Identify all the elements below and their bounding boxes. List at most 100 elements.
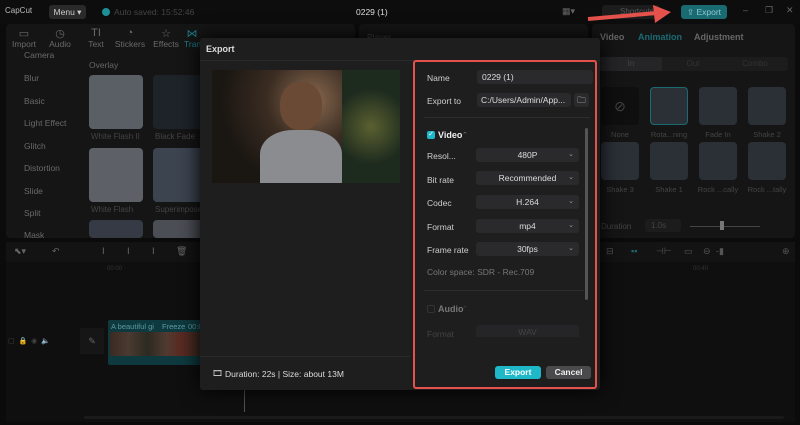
title-bar: CapCut Menu ▾ Auto saved: 15:52:46 0229 … — [0, 0, 800, 24]
tab-adjustment[interactable]: Adjustment — [694, 32, 744, 42]
category-item[interactable]: Split — [24, 208, 41, 218]
split-right-icon[interactable]: Ⅰ — [152, 246, 155, 257]
animation-item[interactable] — [699, 142, 737, 180]
category-item[interactable]: Blur — [24, 73, 39, 83]
delete-icon[interactable]: 🗑 — [176, 246, 187, 257]
timeline-end-time: 00:40 — [693, 266, 709, 272]
animation-label: None — [611, 130, 629, 139]
top-export-button[interactable]: ⇪ Export — [681, 5, 727, 19]
video-preview — [212, 70, 400, 183]
category-item[interactable]: Slide — [24, 186, 43, 196]
category-item[interactable]: Glitch — [24, 141, 46, 151]
animation-item[interactable] — [650, 142, 688, 180]
timeline-scrollbar[interactable] — [84, 416, 784, 419]
category-item[interactable]: Distortion — [24, 163, 60, 173]
toolbar-transitions[interactable]: ⋈Transitions — [184, 27, 200, 49]
timeline-start-time: 00:00 — [107, 266, 123, 272]
align-icon[interactable]: ⊣⊢ — [656, 246, 672, 257]
app-logo: CapCut — [5, 6, 33, 15]
clip-label: A beautiful gi — [111, 322, 154, 331]
autosave-status: Auto saved: 15:52:46 — [114, 7, 195, 17]
text-icon: TI — [91, 27, 101, 39]
divider — [200, 356, 410, 357]
animation-label: Fade In — [705, 130, 731, 139]
toolbar-stickers[interactable]: ◔ Stickers — [112, 27, 148, 49]
animation-label: Shake 1 — [655, 185, 683, 194]
snap-icon[interactable]: ⊟ — [606, 246, 614, 257]
clip-thumbnails — [110, 332, 204, 356]
toolbar-effects[interactable]: ☆ Effects — [148, 27, 184, 49]
export-icon: ⇪ — [686, 7, 695, 17]
toolbar-label: Stickers — [114, 39, 146, 49]
track-controls[interactable]: ▢ 🔒 ◉ 🔈 — [8, 337, 50, 345]
transition-label: White Flash II — [91, 132, 140, 141]
undo-icon[interactable]: ↶ — [52, 246, 60, 257]
category-item[interactable]: Light Effect — [24, 118, 66, 128]
tab-video[interactable]: Video — [600, 32, 624, 42]
tab-animation[interactable]: Animation — [638, 32, 682, 42]
duration-input[interactable]: 1.0s — [645, 219, 681, 232]
transition-label: Black Fade — [155, 132, 196, 141]
animation-item[interactable] — [650, 87, 688, 125]
video-clip[interactable]: A beautiful gi Freeze 00:0 — [108, 320, 204, 365]
link-icon[interactable]: ▪▪ — [631, 246, 637, 256]
split-icon[interactable]: Ⅰ — [102, 246, 105, 257]
export-summary: Duration: 22s | Size: about 13M — [225, 369, 344, 379]
animation-label: Shake 3 — [606, 185, 634, 194]
duration-slider[interactable] — [690, 226, 760, 227]
animation-label: Rota...ning — [650, 130, 688, 139]
overlay-heading: Overlay — [89, 60, 119, 70]
duration-label: Duration — [601, 222, 632, 231]
select-tool-icon[interactable]: ⬉▾ — [14, 246, 26, 257]
transitions-icon: ⋈ — [186, 28, 198, 40]
transition-thumb[interactable] — [89, 220, 143, 238]
transition-thumb[interactable] — [89, 75, 143, 129]
import-icon: ▭ — [18, 28, 30, 40]
clip-label: Freeze — [162, 322, 186, 331]
category-item[interactable]: Mask — [24, 230, 44, 240]
transition-label: White Flash — [91, 205, 134, 214]
slider-handle[interactable] — [720, 221, 724, 230]
toolbar-text[interactable]: TI Text — [78, 27, 114, 49]
animation-item[interactable] — [748, 87, 786, 125]
layout-icon[interactable]: ▦▾ — [562, 6, 575, 17]
subtab-out[interactable]: Out — [662, 57, 724, 71]
animation-item[interactable] — [748, 142, 786, 180]
animation-none[interactable]: ⊘ — [601, 87, 639, 125]
audio-icon: ◷ — [55, 28, 65, 40]
film-icon: 🎞 — [212, 368, 223, 378]
subtab-in[interactable]: In — [600, 57, 662, 71]
transition-thumb[interactable] — [153, 148, 207, 202]
toolbar-import[interactable]: ▭ Import — [6, 27, 42, 49]
toolbar-label: Audio — [49, 39, 71, 49]
duration-value: 1.0s — [651, 221, 667, 230]
toolbar-audio[interactable]: ◷ Audio — [42, 27, 78, 49]
transition-label: Superimpose — [155, 205, 203, 214]
menu-button[interactable]: Menu ▾ — [49, 5, 86, 19]
preview-sweater — [260, 130, 342, 183]
zoom-slider[interactable]: -▮ — [716, 246, 724, 257]
dialog-title: Export — [206, 44, 235, 54]
sticker-icon: ◔ — [126, 27, 134, 39]
zoom-in-icon[interactable]: ⊕ — [782, 246, 790, 257]
category-item[interactable]: Basic — [24, 96, 45, 106]
pencil-icon: ✎ — [88, 336, 96, 346]
zoom-out-icon[interactable]: ⊖ — [703, 246, 711, 257]
maximize-icon[interactable]: ❐ — [765, 5, 773, 16]
menu-label: Menu — [53, 7, 75, 17]
close-icon[interactable]: ✕ — [786, 5, 794, 16]
split-left-icon[interactable]: Ⅰ — [127, 246, 130, 257]
transition-thumb[interactable] — [153, 220, 207, 238]
toolbar-label: Import — [11, 39, 37, 49]
animation-item[interactable] — [699, 87, 737, 125]
transition-thumb[interactable] — [153, 75, 207, 129]
transition-thumb[interactable] — [89, 148, 143, 202]
category-item[interactable]: Camera — [24, 50, 54, 60]
animation-item[interactable] — [601, 142, 639, 180]
subtab-combo[interactable]: Combo — [724, 57, 786, 71]
preview-icon[interactable]: ▭ — [684, 246, 693, 257]
edit-cover-button[interactable]: ✎ — [80, 328, 104, 354]
preview-tree — [342, 70, 400, 183]
toolbar-label: Transitions — [184, 39, 200, 49]
minimize-icon[interactable]: – — [743, 5, 748, 15]
